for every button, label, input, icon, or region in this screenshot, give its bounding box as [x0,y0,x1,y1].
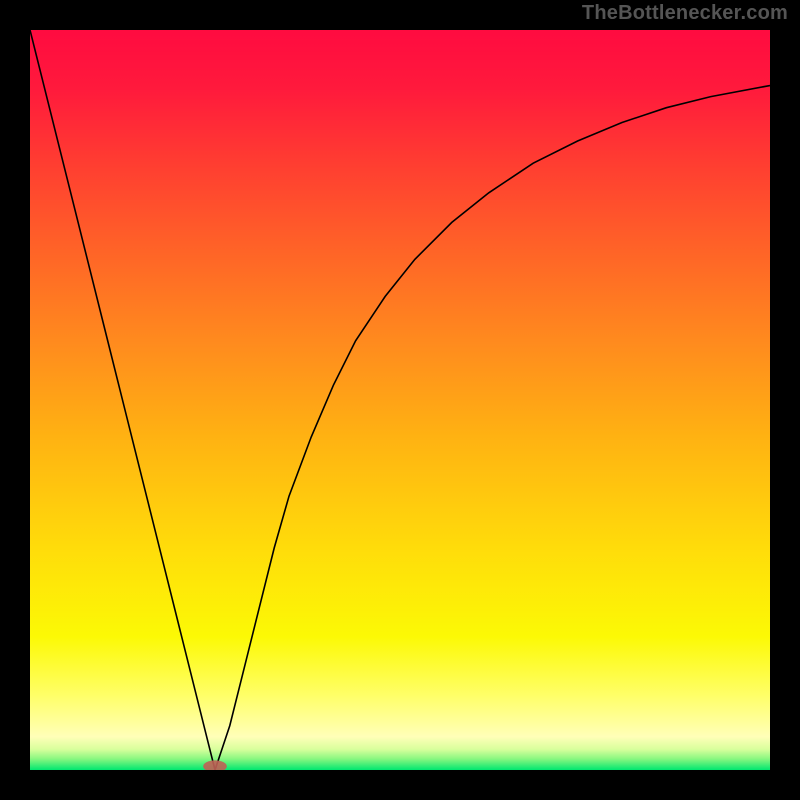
chart-svg [30,30,770,770]
chart-frame: TheBottlenecker.com [0,0,800,800]
background-rect [30,30,770,770]
attribution-label: TheBottlenecker.com [582,2,788,25]
plot-area [30,30,770,770]
